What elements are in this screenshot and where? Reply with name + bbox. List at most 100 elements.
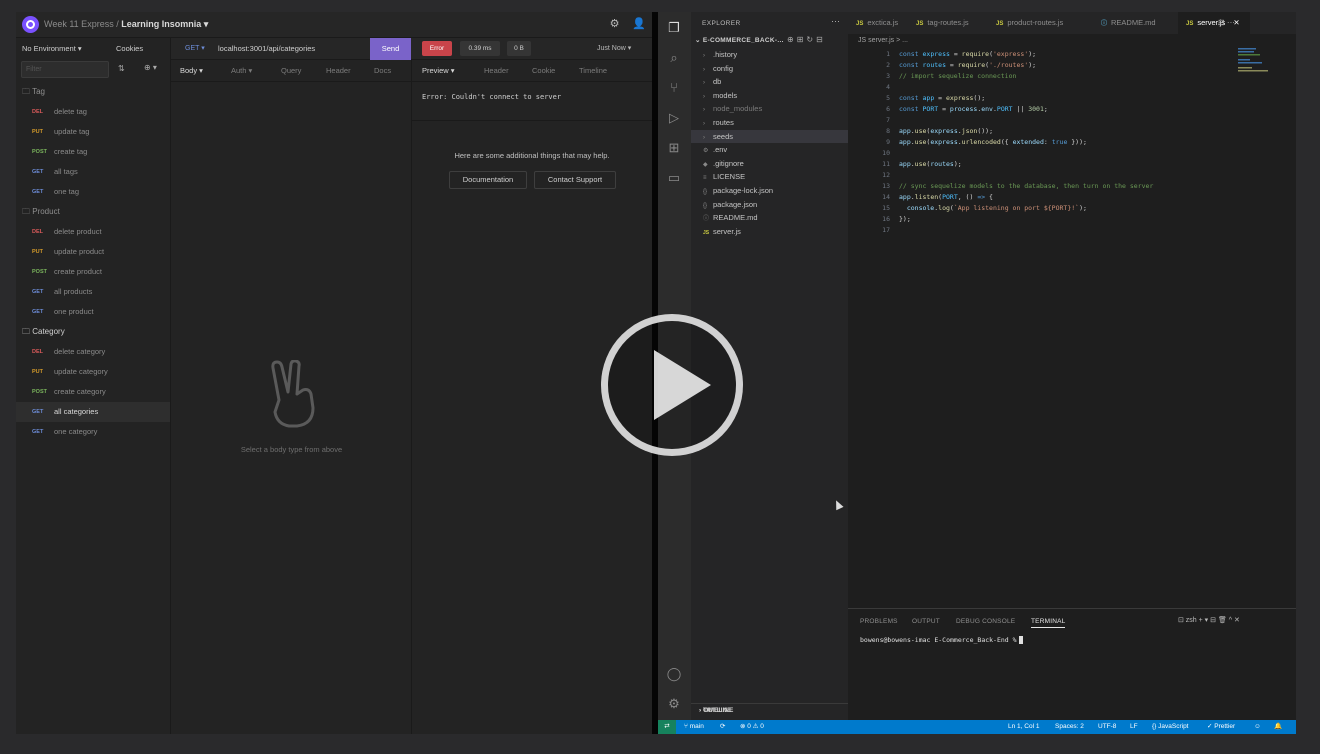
source-control-icon[interactable]: ⑂ (666, 80, 682, 96)
explorer-actions-icon[interactable]: ⊕⊞↻⊟ (787, 35, 826, 44)
tab-body[interactable]: Body ▾ (180, 66, 203, 75)
workspace-breadcrumb[interactable]: Week 11 Express / Learning Insomnia ▾ (44, 19, 208, 30)
documentation-button[interactable]: Documentation (449, 171, 527, 189)
request-item[interactable]: GET one product (16, 302, 170, 322)
line-ending[interactable]: LF (1130, 720, 1138, 734)
tab-preview[interactable]: Preview ▾ (422, 66, 455, 75)
request-item[interactable]: PUT update category (16, 362, 170, 382)
folder-item[interactable]: › config (703, 62, 733, 75)
file-item[interactable]: ⚙ .env (703, 143, 727, 156)
editor-tab[interactable]: JS tag-routes.js (908, 12, 984, 34)
tab-response-header[interactable]: Header (484, 66, 509, 75)
split-editor-icon[interactable]: ⊟ ··· (1218, 18, 1235, 27)
method-badge: GET (32, 409, 44, 415)
file-item[interactable]: ≡ LICENSE (703, 170, 745, 183)
editor-tab[interactable]: JS server.js ✕ (1178, 12, 1250, 34)
editor-tab[interactable]: JS product-routes.js (988, 12, 1088, 34)
account-icon[interactable]: 👤 (632, 18, 646, 31)
file-type-icon: JS (996, 21, 1004, 27)
request-item[interactable]: GET all tags (16, 162, 170, 182)
request-item[interactable]: DEL delete category (16, 342, 170, 362)
request-item[interactable]: GET one tag (16, 182, 170, 202)
play-button[interactable] (601, 314, 743, 456)
tab-header[interactable]: Header (326, 66, 351, 75)
accounts-icon[interactable]: ◯ (666, 666, 682, 682)
remote-explorer-icon[interactable]: ▭ (666, 170, 682, 186)
environment-select[interactable]: No Environment ▾ (22, 44, 82, 53)
editor-tab[interactable]: JS exctica.js (848, 12, 906, 34)
editor-tab[interactable]: ⓘ README.md (1093, 12, 1173, 34)
problems-indicator[interactable]: ⊗ 0 ⚠ 0 (740, 720, 764, 734)
add-request-icon[interactable]: ⊕ ▾ (144, 63, 157, 72)
request-item[interactable]: PUT update tag (16, 122, 170, 142)
search-icon[interactable]: ⌕ (666, 50, 682, 66)
request-item[interactable]: POST create category (16, 382, 170, 402)
project-folder[interactable]: ⌄ E-COMMERCE_BACK-... (695, 36, 784, 44)
indentation[interactable]: Spaces: 2 (1055, 720, 1084, 734)
cookies-button[interactable]: Cookies (116, 44, 143, 53)
folder-category[interactable]: 🗀 Category (16, 322, 170, 342)
branch-indicator[interactable]: ⑂ main (684, 720, 704, 734)
url-input[interactable]: localhost:3001/api/categories (218, 44, 315, 53)
method-badge: PUT (32, 369, 43, 375)
file-label: node_modules (713, 104, 763, 114)
folder-product[interactable]: 🗀 Product (16, 202, 170, 222)
request-item[interactable]: GET one category (16, 422, 170, 442)
minimap[interactable] (1238, 48, 1278, 78)
cursor-position[interactable]: Ln 1, Col 1 (1008, 720, 1039, 734)
request-item[interactable]: GET all products (16, 282, 170, 302)
http-method-select[interactable]: GET ▾ (185, 44, 205, 52)
file-item[interactable]: ⓘ README.md (703, 211, 758, 224)
more-actions-icon[interactable]: ··· (831, 16, 840, 26)
folder-item[interactable]: › node_modules (703, 102, 762, 115)
request-item[interactable]: POST create tag (16, 142, 170, 162)
tab-terminal[interactable]: TERMINAL (1031, 618, 1066, 628)
method-badge: GET (32, 429, 44, 435)
tab-query[interactable]: Query (281, 66, 301, 75)
folder-item[interactable]: › db (703, 75, 721, 88)
file-item[interactable]: ◆ .gitignore (703, 157, 744, 170)
request-item[interactable]: DEL delete product (16, 222, 170, 242)
request-item[interactable]: POST create product (16, 262, 170, 282)
request-item[interactable]: DEL delete tag (16, 102, 170, 122)
files-icon[interactable]: ❐ (666, 20, 682, 36)
tab-timeline[interactable]: Timeline (579, 66, 607, 75)
history-dropdown[interactable]: Just Now ▾ (597, 44, 631, 52)
language-mode[interactable]: {} JavaScript (1152, 720, 1189, 734)
encoding[interactable]: UTF-8 (1098, 720, 1116, 734)
extensions-icon[interactable]: ⊞ (666, 140, 682, 156)
run-debug-icon[interactable]: ▷ (666, 110, 682, 126)
sort-icon[interactable]: ⇅ (118, 64, 125, 73)
file-item[interactable]: JS server.js (703, 225, 741, 238)
divider (412, 120, 652, 121)
file-item[interactable]: {} package-lock.json (703, 184, 773, 197)
tab-debug-console[interactable]: DEBUG CONSOLE (956, 618, 1015, 625)
folder-item[interactable]: › routes (703, 116, 734, 129)
tab-docs[interactable]: Docs (374, 66, 391, 75)
settings-gear-icon[interactable]: ⚙ (608, 18, 621, 31)
prettier-status[interactable]: ✓ Prettier (1207, 720, 1235, 734)
breadcrumb[interactable]: JS server.js > ... (858, 37, 908, 44)
contact-support-button[interactable]: Contact Support (534, 171, 616, 189)
sync-icon[interactable]: ⟳ (720, 720, 725, 734)
manage-gear-icon[interactable]: ⚙ (666, 696, 682, 712)
folder-item[interactable]: › models (703, 89, 737, 102)
folder-item[interactable]: › seeds (691, 129, 848, 143)
tab-cookie[interactable]: Cookie (532, 66, 555, 75)
send-button[interactable]: Send (370, 38, 411, 60)
request-item[interactable]: PUT update product (16, 242, 170, 262)
file-item[interactable]: {} package.json (703, 198, 757, 211)
tab-auth[interactable]: Auth ▾ (231, 66, 252, 75)
code-line: const PORT = process.env.PORT || 3001; (899, 105, 1048, 113)
feedback-icon[interactable]: ☺ (1254, 720, 1261, 734)
filter-input[interactable]: Filter (21, 61, 109, 78)
folder-item[interactable]: › .history (703, 48, 737, 61)
tab-output[interactable]: OUTPUT (912, 618, 940, 625)
request-item[interactable]: GET all categories (16, 402, 170, 422)
tab-problems[interactable]: PROBLEMS (860, 618, 898, 625)
notifications-icon[interactable]: 🔔 (1274, 720, 1282, 734)
remote-icon[interactable]: ⇄ (658, 720, 676, 734)
panel-actions[interactable]: ⊡ zsh + ▾ ⊟ 🗑 ^ ✕ (1178, 616, 1240, 624)
folder-tag[interactable]: 🗀 Tag (16, 82, 170, 102)
terminal-prompt[interactable]: bowens@bowens-imac E-Commerce_Back-End % (860, 636, 1023, 644)
